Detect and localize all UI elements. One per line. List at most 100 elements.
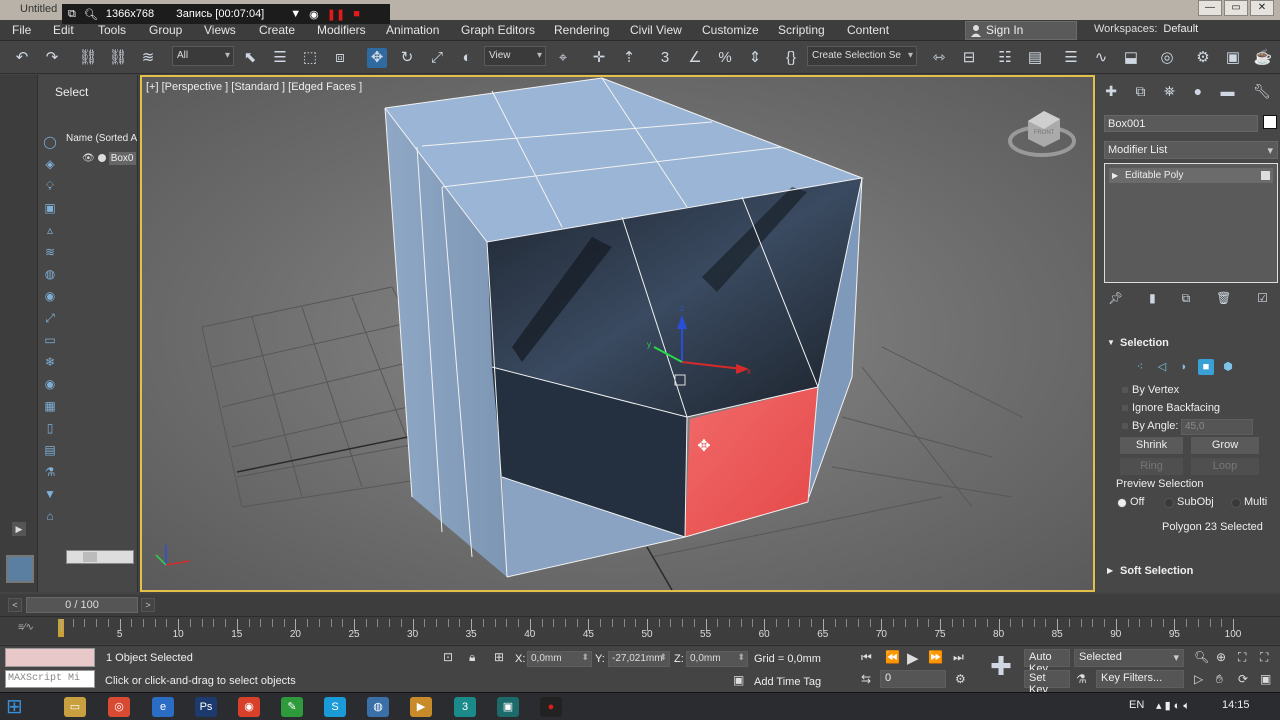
mirror-icon[interactable]: ⇿ [929, 48, 949, 68]
isolate-selection-icon[interactable]: ⊡ [443, 650, 453, 664]
add-time-tag-button[interactable]: Add Time Tag [754, 676, 821, 688]
minimize-button[interactable]: — [1198, 0, 1222, 16]
list-icon[interactable]: ▦ [41, 397, 59, 415]
select-manipulate-icon[interactable]: ✛ [589, 48, 609, 68]
recorder-app-icon[interactable]: ● [540, 697, 562, 717]
by-angle-checkbox[interactable]: By Angle: [1122, 420, 1178, 432]
spinner-snap-icon[interactable]: ⇕ [745, 48, 765, 68]
modify-tab-icon[interactable]: ⧉ [1135, 83, 1145, 105]
network-app-icon[interactable]: ◍ [367, 697, 389, 717]
loop-button[interactable]: Loop [1191, 458, 1259, 475]
zoom-icon[interactable]: 🔍︎ [1194, 650, 1209, 664]
next-frame-arrow-icon[interactable]: > [141, 598, 155, 612]
menu-scripting[interactable]: Scripting [778, 23, 825, 37]
edge-icon[interactable]: ◁ [1154, 359, 1170, 375]
stack-entry-toggle[interactable] [1261, 171, 1270, 180]
document-icon[interactable]: ▤ [41, 441, 59, 459]
media-app-icon[interactable]: ▶ [410, 697, 432, 717]
display-tab-icon[interactable]: ▬ [1221, 83, 1235, 105]
polygon-icon[interactable]: ■ [1198, 359, 1214, 375]
clock[interactable]: 14:15 [1222, 699, 1250, 711]
orbit-icon[interactable]: ⟳ [1238, 672, 1248, 686]
workspaces-selector[interactable]: Workspaces: Default [1094, 23, 1198, 35]
preview-off-radio[interactable]: Off [1114, 496, 1144, 508]
xrefs-filter-icon[interactable]: ◉ [41, 287, 59, 305]
viewport-layout-swatch[interactable] [6, 555, 34, 583]
unlink-icon[interactable]: ⛓ [108, 48, 128, 68]
set-key-big-icon[interactable]: ✚ [986, 652, 1016, 682]
curve-editor-icon[interactable]: ∿ [1091, 48, 1111, 68]
sort-icon[interactable]: ⚗ [41, 463, 59, 481]
maxscript-listener-output[interactable] [5, 648, 95, 667]
photoshop-app-icon[interactable]: Ps [195, 697, 217, 717]
start-button-icon[interactable]: ⊞ [6, 695, 42, 719]
edit-named-selection-icon[interactable]: {} [781, 48, 801, 68]
app-icon[interactable]: ▣ [497, 697, 519, 717]
set-key-button[interactable]: Set Key [1024, 670, 1070, 696]
selection-rollout-header[interactable]: ▼ Selection [1104, 334, 1280, 352]
motion-tab-icon[interactable]: ● [1194, 83, 1202, 105]
auto-key-button[interactable]: Auto Key [1024, 649, 1070, 675]
object-color-swatch[interactable] [1263, 115, 1277, 129]
stop-icon[interactable]: ■ [353, 8, 360, 20]
hidden-filter-icon[interactable]: ◉ [41, 375, 59, 393]
ignore-backfacing-checkbox[interactable]: Ignore Backfacing [1122, 402, 1220, 414]
soft-selection-rollout-header[interactable]: ▶ Soft Selection [1104, 562, 1280, 580]
previous-frame-arrow-icon[interactable]: < [8, 598, 22, 612]
dropdown-icon[interactable]: ▼ [290, 8, 301, 20]
reference-coordinate-dropdown[interactable]: View [484, 46, 546, 66]
language-indicator[interactable]: EN [1129, 699, 1144, 711]
maximize-viewport-icon[interactable]: ▣ [1260, 672, 1271, 686]
named-selection-set-dropdown[interactable]: Create Selection Se [807, 46, 917, 66]
pivot-center-icon[interactable]: ⌖ [553, 48, 573, 68]
selection-filter-dropdown[interactable]: All [172, 46, 234, 66]
menu-file[interactable]: File [12, 23, 31, 37]
element-icon[interactable]: ⬢ [1220, 359, 1236, 375]
menu-create[interactable]: Create [259, 23, 295, 37]
select-and-scale-icon[interactable]: ⤢ [427, 48, 447, 68]
rectangular-selection-icon[interactable]: ⬚ [300, 48, 320, 68]
fullscreen-icon[interactable]: ⧉ [68, 8, 76, 21]
material-editor-icon[interactable]: ◎ [1157, 48, 1177, 68]
go-to-end-icon[interactable]: ⏭ [953, 650, 964, 665]
y-coordinate-field[interactable]: -27,021mm [608, 651, 670, 667]
hierarchy-tab-icon[interactable]: ⛯ [1164, 83, 1175, 105]
pause-icon[interactable]: ❚❚ [327, 8, 345, 21]
key-mode-dropdown[interactable]: Selected [1074, 649, 1184, 667]
tray-icons[interactable]: ▴ ▮ ◐ 🔈︎ [1156, 699, 1190, 713]
geometry-filter-icon[interactable]: ◈ [41, 155, 59, 173]
angle-value-field[interactable]: 45,0 [1181, 419, 1253, 435]
percent-snap-icon[interactable]: % [715, 48, 735, 68]
grow-button[interactable]: Grow [1191, 437, 1259, 454]
vertex-icon[interactable]: ⁖ [1132, 359, 1148, 375]
x-coordinate-field[interactable]: 0,0mm [527, 651, 592, 667]
zoom-extents-icon[interactable]: ⛶ [1238, 650, 1246, 665]
absolute-mode-icon[interactable]: ⊞ [494, 650, 504, 664]
zoom-extents-all-icon[interactable]: ⛶ [1260, 650, 1268, 665]
editor-app-icon[interactable]: ✎ [281, 697, 303, 717]
menu-customize[interactable]: Customize [702, 23, 759, 37]
ie-app-icon[interactable]: e [152, 697, 174, 717]
render-setup-icon[interactable]: ⚙ [1193, 48, 1213, 68]
explorer-row[interactable]: 👁︎ Box0 [82, 151, 138, 165]
time-configuration-icon[interactable]: ⚙ [955, 672, 966, 686]
border-icon[interactable]: ◗ [1176, 359, 1192, 375]
window-crossing-icon[interactable]: ⧈ [330, 48, 350, 68]
align-icon[interactable]: ⊟ [959, 48, 979, 68]
modifier-list-dropdown[interactable]: Modifier List [1104, 141, 1278, 159]
filter-icon[interactable]: ▼ [41, 485, 59, 503]
maximize-button[interactable]: ▭ [1224, 0, 1248, 16]
undo-icon[interactable]: ↶ [12, 48, 32, 68]
spacewarps-filter-icon[interactable]: ≋ [41, 243, 59, 261]
mini-curve-editor-icon[interactable]: ≡∕∿ [18, 622, 34, 633]
explorer-column-header[interactable]: Name (Sorted A [66, 133, 138, 144]
menu-rendering[interactable]: Rendering [554, 23, 609, 37]
explorer-app-icon[interactable]: ▭ [64, 697, 86, 717]
lock-icon[interactable]: ⌂ [41, 507, 59, 525]
by-vertex-checkbox[interactable]: By Vertex [1122, 384, 1179, 396]
menu-modifiers[interactable]: Modifiers [317, 23, 366, 37]
camera-icon[interactable]: ◉ [309, 8, 319, 21]
menu-graph-editors[interactable]: Graph Editors [461, 23, 535, 37]
skype-app-icon[interactable]: S [324, 697, 346, 717]
angle-snap-icon[interactable]: ∠ [685, 48, 705, 68]
